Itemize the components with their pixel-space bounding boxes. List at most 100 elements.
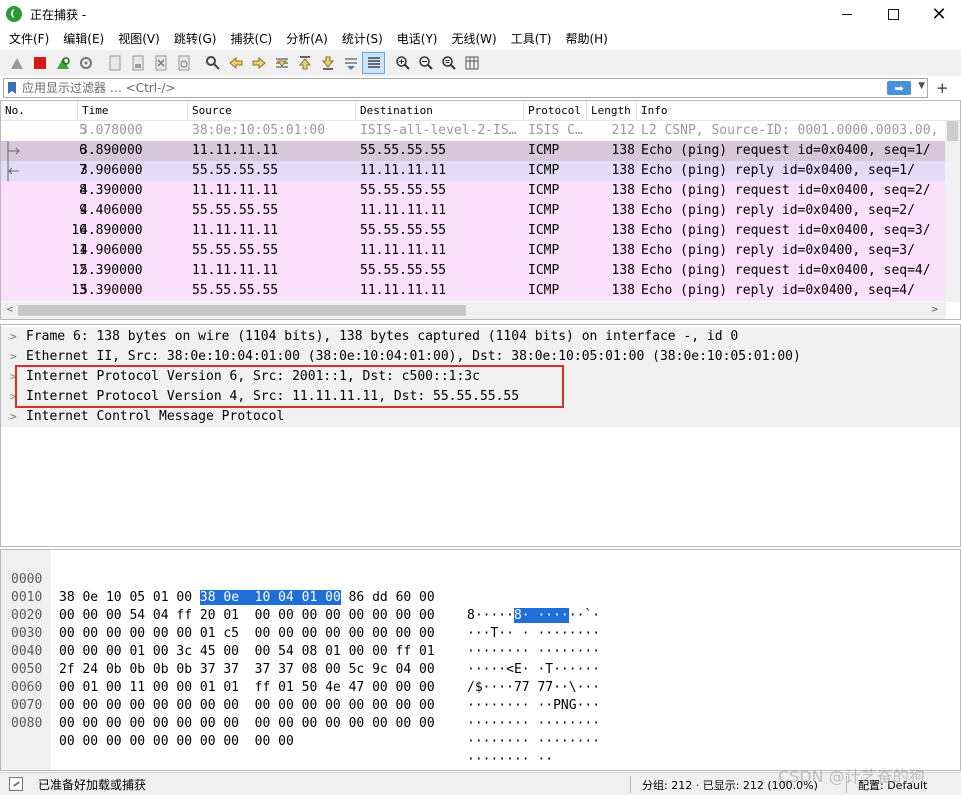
display-filter-input[interactable] <box>22 81 872 95</box>
detail-tree-item[interactable]: > Internet Control Message Protocol <box>1 407 960 427</box>
packet-list-vertical-scrollbar[interactable] <box>945 121 960 302</box>
open-file-icon[interactable] <box>103 52 126 74</box>
ascii-bytes: ········ ········ <box>467 734 601 749</box>
go-to-packet-icon[interactable] <box>270 52 293 74</box>
packet-no: 10 <box>71 223 87 238</box>
resize-columns-icon[interactable] <box>460 52 483 74</box>
maximize-button[interactable] <box>870 0 916 28</box>
go-forward-icon[interactable] <box>247 52 270 74</box>
restart-capture-icon[interactable] <box>51 52 74 74</box>
bytes-row[interactable]: 0050 00 01 00 11 00 00 01 01 ff 01 50 4e… <box>1 643 600 713</box>
scrollbar-thumb[interactable] <box>18 305 466 316</box>
chevron-right-icon[interactable]: > <box>10 407 17 427</box>
colorize-icon[interactable] <box>362 52 385 74</box>
packet-destination: 55.55.55.55 <box>360 143 447 158</box>
packet-row-selected[interactable]: 6 3.890000 11.11.11.11 55.55.55.55 ICMP … <box>1 141 946 161</box>
packet-row[interactable]: 12 5.390000 11.11.11.11 55.55.55.55 ICMP… <box>1 261 946 281</box>
packet-row[interactable]: 10 4.890000 11.11.11.11 55.55.55.55 ICMP… <box>1 221 946 241</box>
column-header-info[interactable]: Info <box>637 101 946 121</box>
packet-no: 5 <box>79 123 87 138</box>
minimize-button[interactable] <box>824 0 870 28</box>
bytes-row[interactable]: 0040 2f 24 0b 0b 0b 0b 37 37 37 37 08 00… <box>1 625 600 695</box>
column-header-no[interactable]: No. <box>1 101 78 121</box>
packet-row[interactable]: 9 4.406000 55.55.55.55 11.11.11.11 ICMP … <box>1 201 946 221</box>
ascii-segment: 8····· <box>467 608 514 623</box>
bytes-row[interactable]: 0070 00 00 00 00 00 00 00 00 00 00 00 00… <box>1 679 600 749</box>
find-packet-icon[interactable] <box>201 52 224 74</box>
packet-no: 11 <box>71 243 87 258</box>
save-file-icon[interactable] <box>126 52 149 74</box>
packet-info: Echo (ping) reply id=0x0400, seq=4/ <box>641 283 915 298</box>
packet-row[interactable]: 13 5.390000 55.55.55.55 11.11.11.11 ICMP… <box>1 281 946 301</box>
packet-row[interactable]: 8 4.390000 11.11.11.11 55.55.55.55 ICMP … <box>1 181 946 201</box>
packet-no: 13 <box>71 283 87 298</box>
packet-protocol: ICMP <box>528 143 560 158</box>
packet-row[interactable]: 5 3.078000 38:0e:10:05:01:00 ISIS-all-le… <box>1 121 946 141</box>
close-button[interactable]: ✕ <box>916 0 961 28</box>
menu-go[interactable]: 跳转(G) <box>167 28 224 50</box>
stop-capture-icon[interactable] <box>28 52 51 74</box>
go-first-icon[interactable] <box>293 52 316 74</box>
menu-wireless[interactable]: 无线(W) <box>445 28 504 50</box>
hex-bytes: 00 01 00 11 00 00 01 01 ff 01 50 4e 47 0… <box>59 680 435 695</box>
column-header-source[interactable]: Source <box>188 101 356 121</box>
bytes-row[interactable]: 0060 00 00 00 00 00 00 00 00 00 00 00 00… <box>1 661 600 731</box>
menu-analyze[interactable]: 分析(A) <box>279 28 335 50</box>
bytes-row[interactable]: 0000 38 0e 10 05 01 00 38 0e 10 04 01 00… <box>1 553 600 623</box>
zoom-in-icon[interactable] <box>391 52 414 74</box>
packet-list-horizontal-scrollbar[interactable]: < > <box>1 302 946 319</box>
menu-tools[interactable]: 工具(T) <box>504 28 559 50</box>
scroll-left-icon[interactable]: < <box>6 305 14 315</box>
zoom-out-icon[interactable] <box>414 52 437 74</box>
capture-options-icon[interactable] <box>74 52 97 74</box>
bytes-row[interactable]: 0010 00 00 00 54 04 ff 20 01 00 00 00 00… <box>1 571 600 641</box>
column-header-protocol[interactable]: Protocol <box>524 101 587 121</box>
scrollbar-thumb[interactable] <box>947 121 958 141</box>
column-header-destination[interactable]: Destination <box>356 101 524 121</box>
go-back-icon[interactable] <box>224 52 247 74</box>
bytes-row[interactable]: 0080 00 00 00 00 00 00 00 00 00 00 ·····… <box>1 697 553 767</box>
menu-view[interactable]: 视图(V) <box>111 28 167 50</box>
bytes-row[interactable]: 0020 00 00 00 00 00 00 01 c5 00 00 00 00… <box>1 589 600 659</box>
chevron-right-icon[interactable]: > <box>10 347 17 367</box>
packet-protocol: ICMP <box>528 183 560 198</box>
reload-file-icon[interactable] <box>172 52 195 74</box>
menu-file[interactable]: 文件(F) <box>2 28 56 50</box>
hex-bytes: 00 00 00 00 00 00 00 00 00 00 <box>59 734 294 749</box>
close-file-icon[interactable] <box>149 52 172 74</box>
apply-filter-arrow-icon[interactable]: ➡ <box>887 81 911 95</box>
packet-protocol: ICMP <box>528 283 560 298</box>
packet-info: Echo (ping) request id=0x0400, seq=4/ <box>641 263 931 278</box>
display-filter-box: ➡ ▼ <box>3 78 928 98</box>
column-header-time[interactable]: Time <box>78 101 188 121</box>
packet-destination: 11.11.11.11 <box>360 203 447 218</box>
chevron-right-icon[interactable]: > <box>10 327 17 347</box>
menu-statistics[interactable]: 统计(S) <box>335 28 390 50</box>
minimize-icon <box>842 13 852 15</box>
menu-telephony[interactable]: 电话(Y) <box>390 28 445 50</box>
packet-destination: 55.55.55.55 <box>360 223 447 238</box>
autoscroll-icon[interactable] <box>339 52 362 74</box>
packet-row[interactable]: 7 3.906000 55.55.55.55 11.11.11.11 ICMP … <box>1 161 946 181</box>
shark-fin-start-icon[interactable] <box>5 52 28 74</box>
go-last-icon[interactable] <box>316 52 339 74</box>
add-filter-button[interactable]: + <box>936 79 949 97</box>
packet-row[interactable]: 11 4.906000 55.55.55.55 11.11.11.11 ICMP… <box>1 241 946 261</box>
bytes-row[interactable]: 0030 00 00 00 01 00 3c 45 00 00 54 08 01… <box>1 607 600 677</box>
zoom-normal-icon[interactable] <box>437 52 460 74</box>
packet-destination: 55.55.55.55 <box>360 183 447 198</box>
menu-capture[interactable]: 捕获(C) <box>223 28 279 50</box>
menu-edit[interactable]: 编辑(E) <box>56 28 111 50</box>
packet-time: 5.390000 <box>80 263 143 278</box>
detail-tree-item[interactable]: > Frame 6: 138 bytes on wire (1104 bits)… <box>1 327 960 347</box>
bookmark-icon[interactable] <box>8 82 16 94</box>
column-header-length[interactable]: Length <box>587 101 637 121</box>
scroll-right-icon[interactable]: > <box>931 305 939 315</box>
wireshark-logo-icon <box>6 6 22 22</box>
filter-history-dropdown-icon[interactable]: ▼ <box>918 81 925 91</box>
packet-info: Echo (ping) reply id=0x0400, seq=3/ <box>641 243 915 258</box>
detail-tree-item[interactable]: > Ethernet II, Src: 38:0e:10:04:01:00 (3… <box>1 347 960 367</box>
expert-info-icon[interactable] <box>9 777 23 791</box>
menu-help[interactable]: 帮助(H) <box>558 28 614 50</box>
ascii-bytes: ········ ········ <box>467 644 601 659</box>
